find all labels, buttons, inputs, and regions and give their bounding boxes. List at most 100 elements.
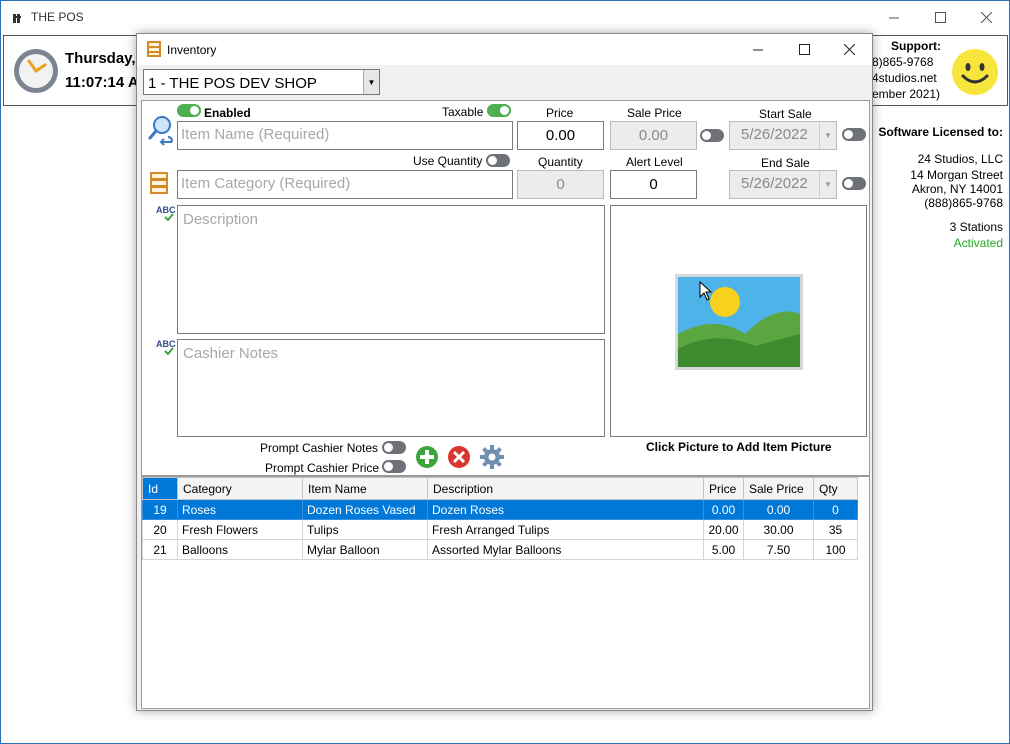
quantity-input[interactable]: 0 [517, 170, 604, 199]
end-sale-label: End Sale [761, 156, 810, 170]
cell-qty: 0 [813, 499, 858, 520]
description-input[interactable]: Description [177, 205, 605, 334]
use-quantity-toggle[interactable] [486, 154, 510, 167]
support-website: 4studios.net [872, 71, 937, 85]
column-header-qty[interactable]: Qty [813, 477, 858, 500]
add-item-button[interactable] [415, 445, 439, 472]
inventory-minimize-button[interactable] [735, 34, 781, 65]
delete-item-button[interactable] [447, 445, 471, 472]
inventory-maximize-button[interactable] [781, 34, 827, 65]
use-quantity-label: Use Quantity [413, 154, 483, 168]
column-header-category[interactable]: Category [177, 477, 303, 500]
inventory-icon [147, 41, 161, 60]
table-row[interactable]: 21 Balloons Mylar Balloon Assorted Mylar… [142, 539, 858, 560]
smiley-icon [951, 48, 999, 99]
mouse-cursor-icon [699, 281, 713, 301]
taxable-label: Taxable [442, 105, 484, 119]
table-row[interactable]: 19 Roses Dozen Roses Vased Dozen Roses 0… [142, 499, 858, 520]
cashier-notes-placeholder: Cashier Notes [183, 345, 279, 362]
cell-price: 5.00 [703, 539, 744, 560]
search-icon[interactable] [148, 115, 174, 152]
inventory-close-button[interactable] [826, 34, 872, 65]
app-title: THE POS [31, 10, 84, 24]
support-label: Support: [891, 39, 941, 53]
cell-category: Roses [177, 499, 303, 520]
cell-description: Fresh Arranged Tulips [427, 519, 704, 540]
prompt-notes-toggle[interactable] [382, 441, 406, 454]
cell-category: Balloons [177, 539, 303, 560]
license-status: Activated [953, 236, 1003, 250]
shop-select-value: 1 - THE POS DEV SHOP [148, 75, 317, 92]
item-name-placeholder: Item Name (Required) [181, 126, 330, 143]
price-label: Price [546, 106, 574, 120]
end-sale-toggle[interactable] [842, 177, 866, 190]
end-sale-date[interactable]: 5/26/2022 ▼ [729, 170, 837, 199]
column-header-description[interactable]: Description [427, 477, 704, 500]
cell-id: 19 [142, 499, 178, 520]
alert-level-label: Alert Level [626, 155, 683, 169]
cashier-notes-input[interactable]: Cashier Notes [177, 339, 605, 437]
start-sale-value: 5/26/2022 [741, 126, 808, 143]
sale-price-toggle[interactable] [700, 129, 724, 142]
price-input[interactable]: 0.00 [517, 121, 604, 150]
start-sale-label: Start Sale [759, 107, 812, 121]
cell-description: Dozen Roses [427, 499, 704, 520]
inventory-titlebar: Inventory [137, 34, 872, 65]
item-picture-box[interactable] [610, 205, 867, 437]
cell-id: 21 [142, 539, 178, 560]
start-sale-date[interactable]: 5/26/2022 ▼ [729, 121, 837, 150]
enabled-label: Enabled [204, 106, 251, 120]
enabled-toggle[interactable] [177, 104, 201, 117]
item-category-input[interactable]: Item Category (Required) [177, 170, 513, 199]
app-icon [13, 12, 22, 23]
category-icon[interactable] [150, 172, 168, 197]
cell-sale-price: 30.00 [743, 519, 814, 540]
maximize-button[interactable] [917, 1, 963, 33]
picture-hint: Click Picture to Add Item Picture [646, 440, 832, 454]
item-name-input[interactable]: Item Name (Required) [177, 121, 513, 150]
prompt-price-toggle[interactable] [382, 460, 406, 473]
cell-sale-price: 7.50 [743, 539, 814, 560]
inventory-grid: Id Category Item Name Description Price … [141, 476, 870, 709]
column-header-id[interactable]: Id [142, 477, 178, 500]
spellcheck-check-icon [164, 347, 174, 355]
support-expiry: ember 2021) [872, 87, 941, 101]
column-header-sale-price[interactable]: Sale Price [743, 477, 814, 500]
description-placeholder: Description [183, 211, 259, 228]
gear-icon[interactable] [480, 445, 504, 472]
date-display: Thursday, [65, 50, 136, 67]
time-display: 11:07:14 A [65, 74, 139, 91]
inventory-title: Inventory [167, 43, 217, 57]
license-title: Software Licensed to: [878, 125, 1003, 139]
cell-item-name: Mylar Balloon [302, 539, 428, 560]
cell-sale-price: 0.00 [743, 499, 814, 520]
chevron-down-icon[interactable]: ▼ [819, 171, 836, 198]
column-header-price[interactable]: Price [703, 477, 744, 500]
license-city: Akron, NY 14001 [911, 182, 1003, 196]
picture-placeholder-icon[interactable] [675, 274, 803, 373]
sale-price-input[interactable]: 0.00 [610, 121, 697, 150]
minimize-button[interactable] [871, 1, 917, 33]
sale-price-label: Sale Price [627, 106, 682, 120]
inventory-table: Id Category Item Name Description Price … [142, 477, 858, 560]
alert-level-input[interactable]: 0 [610, 170, 697, 199]
license-company: 24 Studios, LLC [917, 152, 1003, 166]
shop-select[interactable]: 1 - THE POS DEV SHOP ▼ [143, 69, 380, 95]
start-sale-toggle[interactable] [842, 128, 866, 141]
close-button[interactable] [963, 1, 1009, 33]
cell-price: 0.00 [703, 499, 744, 520]
prompt-notes-label: Prompt Cashier Notes [260, 441, 379, 455]
cell-id: 20 [142, 519, 178, 540]
license-phone: (888)865-9768 [924, 196, 1003, 210]
chevron-down-icon[interactable]: ▼ [363, 70, 379, 94]
prompt-price-label: Prompt Cashier Price [265, 461, 380, 475]
table-row[interactable]: 20 Fresh Flowers Tulips Fresh Arranged T… [142, 519, 858, 540]
cell-category: Fresh Flowers [177, 519, 303, 540]
item-category-placeholder: Item Category (Required) [181, 175, 351, 192]
column-header-item-name[interactable]: Item Name [302, 477, 428, 500]
inventory-dialog: Inventory 1 - THE POS DEV SHOP ▼ Enabled… [136, 33, 873, 711]
clock-icon [12, 47, 60, 98]
taxable-toggle[interactable] [487, 104, 511, 117]
chevron-down-icon[interactable]: ▼ [819, 122, 836, 149]
cell-qty: 35 [813, 519, 858, 540]
